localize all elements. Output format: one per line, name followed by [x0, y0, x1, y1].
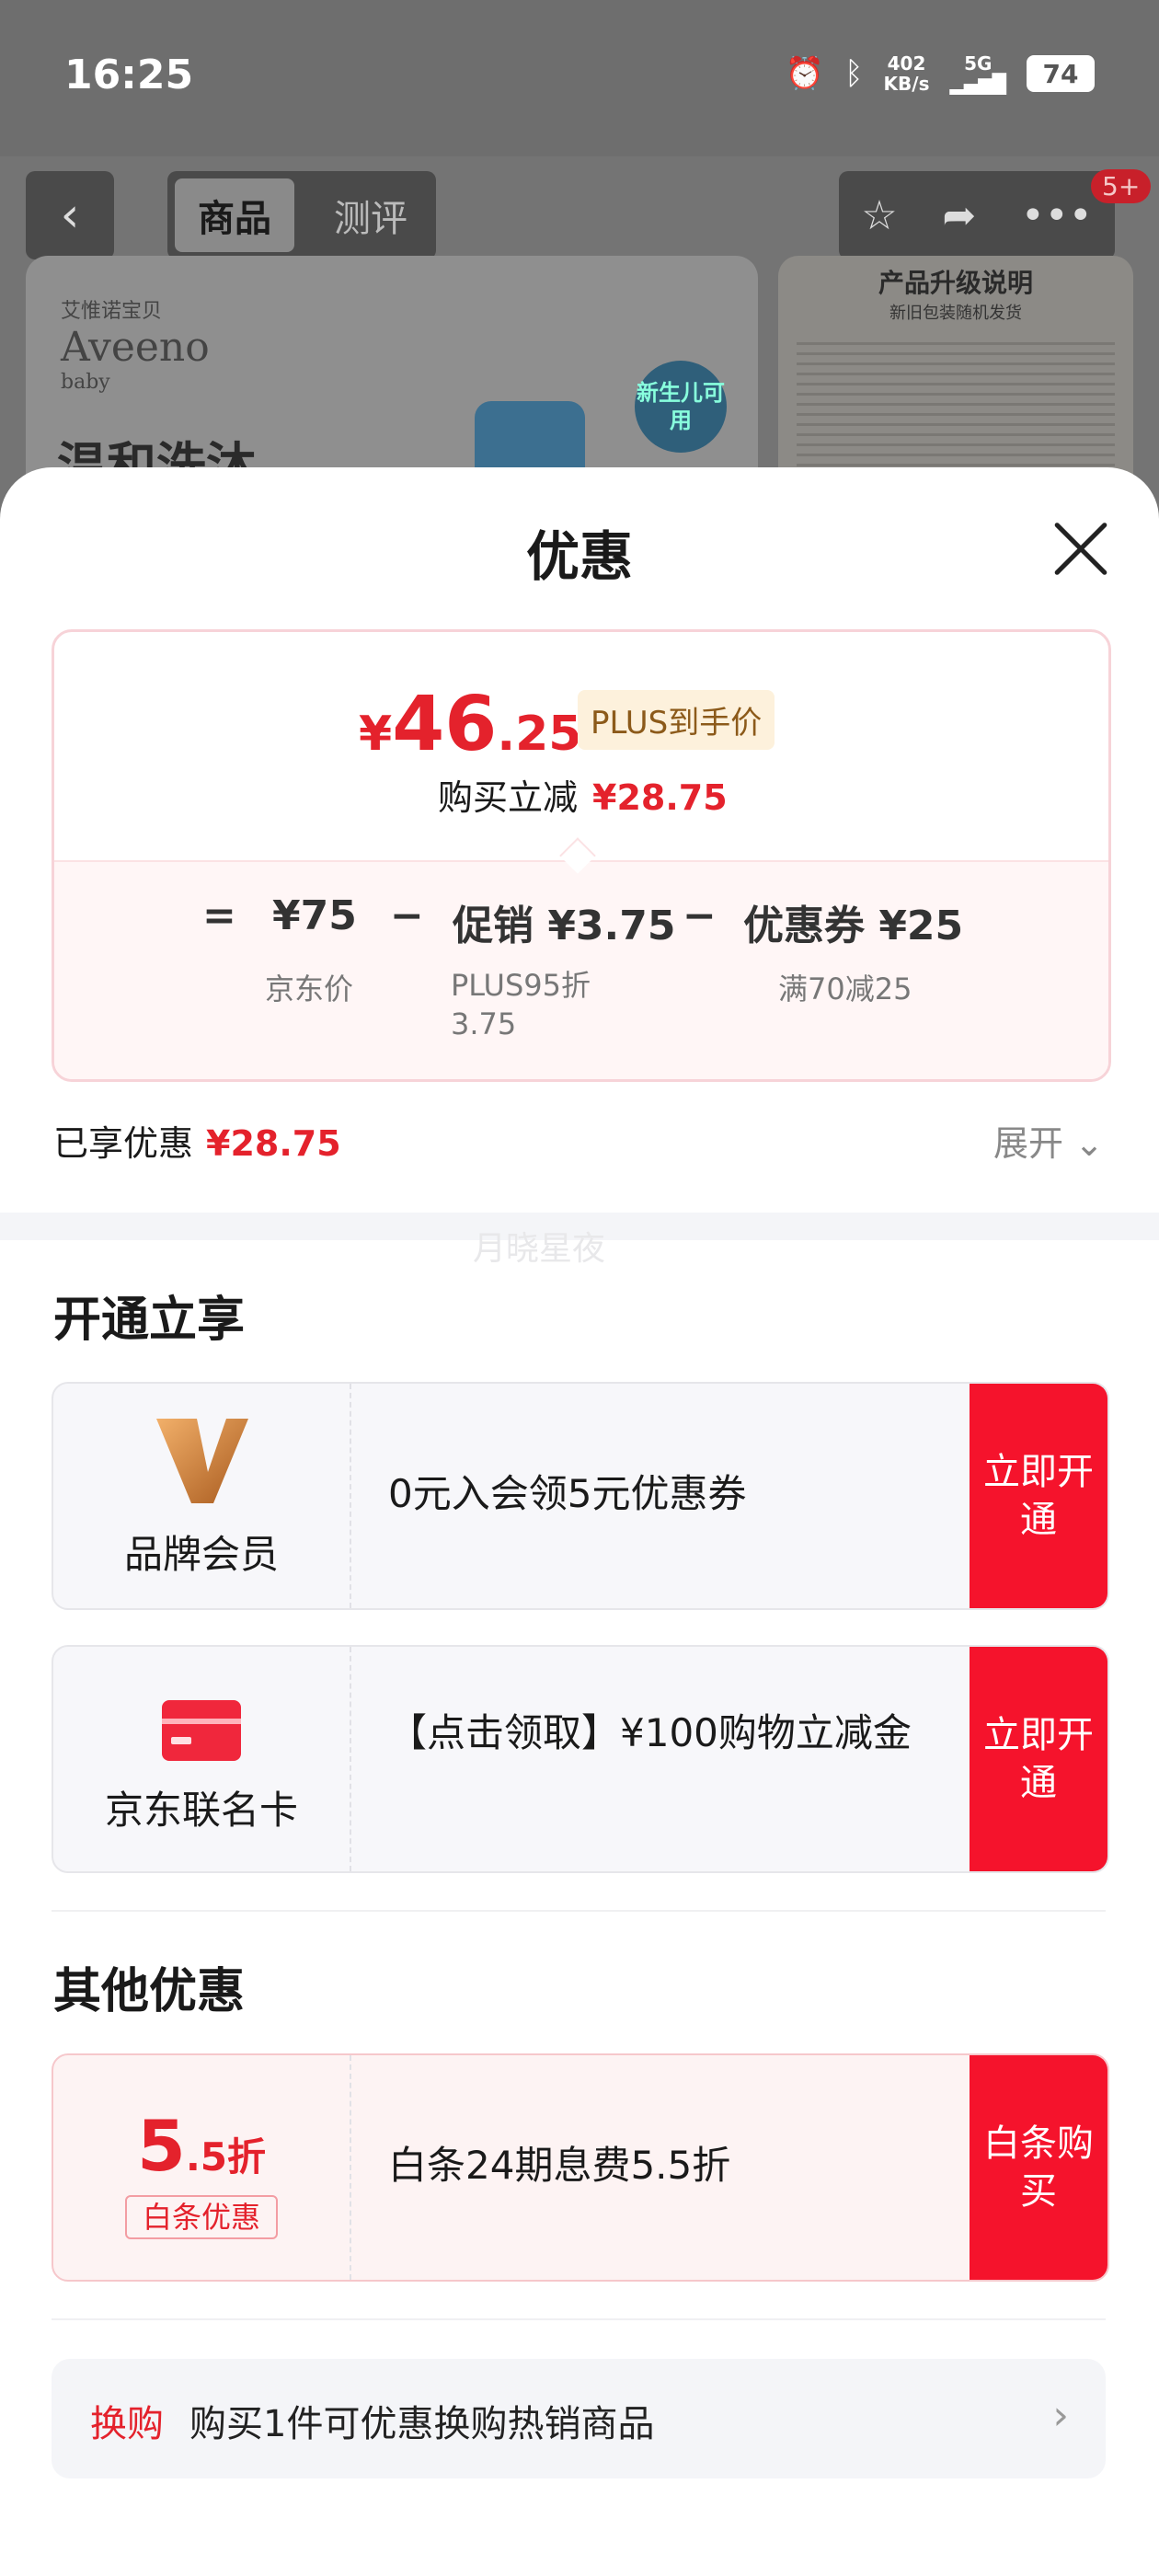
other-section-title: 其他优惠 [53, 1964, 246, 2019]
enjoyed-discount: 已享优惠 ¥28.75 [53, 1123, 341, 1164]
minus-sign: − [390, 892, 424, 939]
credit-card-icon [162, 1700, 241, 1761]
offer-label: 品牌会员 [123, 1532, 279, 1577]
swap-text: 购买1件可优惠换购热销商品 [189, 2403, 655, 2445]
promo-label: PLUS95折 3.75 [451, 968, 591, 1041]
alarm-icon: ⏰ [785, 55, 825, 92]
brand-logo: 艾惟诺宝贝 Aveeno baby [61, 300, 210, 394]
upgrade-title: 产品升级说明 [878, 268, 1033, 298]
upgrade-subtitle: 新旧包装随机发货 [889, 304, 1022, 323]
baitiao-tag: 白条优惠 [125, 2195, 278, 2239]
chevron-down-icon: ⌄ [1074, 1123, 1104, 1164]
top-actions: ☆ ➦ ••• [839, 171, 1115, 259]
watermark: 月晓星夜 [473, 1230, 606, 1268]
buy-reduce: 购买立减 ¥28.75 [438, 777, 728, 818]
coupon-amount: 优惠券 ¥25 [743, 903, 964, 949]
upgrade-text-lines [797, 335, 1115, 473]
newborn-badge: 新生儿可用 [635, 361, 727, 453]
jd-price: ¥75 [272, 892, 357, 939]
divider [52, 2318, 1106, 2320]
equals-sign: = [202, 892, 236, 939]
brand-member-icon [156, 1419, 248, 1503]
minus-sign: − [683, 892, 717, 939]
tab-review[interactable]: 测评 [313, 178, 429, 252]
close-icon[interactable] [1049, 517, 1113, 581]
jd-price-label: 京东价 [265, 972, 354, 1006]
promo-amount: 促销 ¥3.75 [453, 903, 676, 949]
offer-left: 5.5折 白条优惠 [53, 2055, 351, 2280]
coupon-label: 满70减25 [778, 972, 912, 1006]
swap-offer-row[interactable]: 换购 购买1件可优惠换购热销商品 › [52, 2359, 1106, 2478]
final-price: ¥46.25 [359, 681, 582, 768]
net-speed: 402 KB/s [883, 52, 930, 95]
signal-icon: 5G ▂▄▆█ [949, 52, 1006, 95]
brand-member-offer[interactable]: 品牌会员 0元入会领5元优惠券 立即开通 [52, 1382, 1109, 1610]
status-icons: ⏰ ᛒ 402 KB/s 5G ▂▄▆█ 74 [786, 53, 1095, 94]
baitiao-offer[interactable]: 5.5折 白条优惠 白条24期息费5.5折 白条购买 [52, 2053, 1109, 2282]
tab-product[interactable]: 商品 [175, 178, 294, 252]
open-card-button[interactable]: 立即开通 [970, 1647, 1107, 1871]
share-icon[interactable]: ➦ [942, 192, 976, 239]
offer-desc: 白条24期息费5.5折 [388, 2143, 731, 2188]
offer-left: 品牌会员 [53, 1384, 351, 1608]
status-time: 16:25 [64, 52, 194, 98]
plus-price-tag: PLUS到手价 [578, 690, 775, 750]
expand-button[interactable]: 展开 ⌄ [993, 1115, 1104, 1166]
offer-label: 京东联名卡 [104, 1788, 298, 1833]
star-icon[interactable]: ☆ [861, 192, 897, 239]
baitiao-discount: 5.5折 [136, 2105, 267, 2187]
divider [52, 1910, 1106, 1912]
chevron-left-icon: ‹ [60, 188, 80, 243]
jd-card-offer[interactable]: 京东联名卡 【点击领取】¥100购物立减金 立即开通 [52, 1645, 1109, 1873]
swap-tag: 换购 [90, 2403, 164, 2445]
offer-desc: 【点击领取】¥100购物立减金 [388, 1710, 912, 1755]
bluetooth-icon: ᛒ [844, 55, 864, 92]
battery-icon: 74 [1027, 55, 1095, 92]
open-member-button[interactable]: 立即开通 [970, 1384, 1107, 1608]
offer-left: 京东联名卡 [53, 1647, 351, 1871]
more-icon[interactable]: ••• [1021, 192, 1093, 239]
back-button[interactable]: ‹ [26, 171, 114, 259]
open-section-title: 开通立享 [53, 1293, 246, 1348]
sheet-title: 优惠 [525, 525, 633, 588]
offer-desc: 0元入会领5元优惠券 [388, 1471, 747, 1516]
chevron-right-icon: › [1052, 2392, 1069, 2439]
baitiao-buy-button[interactable]: 白条购买 [970, 2055, 1107, 2280]
cart-badge: 5+ [1091, 169, 1152, 203]
